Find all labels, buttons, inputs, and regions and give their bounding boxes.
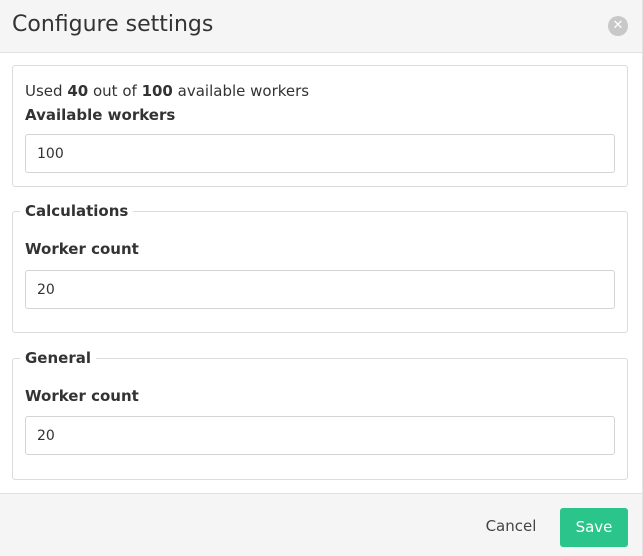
calculations-legend: Calculations xyxy=(20,200,134,222)
worker-usage-summary: Used 40 out of 100 available workers xyxy=(25,81,309,101)
total-workers-count: 100 xyxy=(141,82,173,100)
calculations-worker-count-label: Worker count xyxy=(25,240,139,258)
cancel-button[interactable]: Cancel xyxy=(476,508,546,544)
general-worker-count-input[interactable] xyxy=(25,416,615,455)
close-icon[interactable]: ✕ xyxy=(608,16,628,36)
calculations-worker-count-input[interactable] xyxy=(25,270,615,309)
usage-middle: out of xyxy=(92,82,137,100)
configure-settings-dialog: Configure settings ✕ Used 40 out of 100 … xyxy=(0,0,643,556)
calculations-fieldset: Calculations Worker count xyxy=(12,200,628,333)
general-worker-count-label: Worker count xyxy=(25,387,139,405)
general-fieldset: General Worker count xyxy=(12,347,628,480)
used-workers-count: 40 xyxy=(67,82,89,100)
usage-prefix: Used xyxy=(25,82,63,100)
dialog-footer: Cancel Save xyxy=(0,493,642,556)
general-legend: General xyxy=(20,347,96,369)
available-workers-label: Available workers xyxy=(25,106,176,124)
dialog-title: Configure settings xyxy=(12,12,214,37)
available-workers-input[interactable] xyxy=(25,134,615,173)
save-button[interactable]: Save xyxy=(560,508,628,547)
available-workers-panel: Used 40 out of 100 available workers Ava… xyxy=(12,65,628,187)
dialog-header: Configure settings ✕ xyxy=(0,0,642,53)
usage-suffix: available workers xyxy=(177,82,310,100)
